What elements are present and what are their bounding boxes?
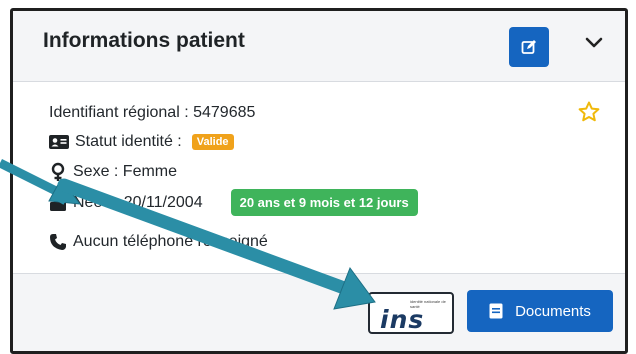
female-icon — [51, 162, 65, 181]
ins-button[interactable]: identité nationale de santé ins — [368, 292, 454, 334]
phone-icon — [50, 234, 66, 250]
phone-row: Aucun téléphone renseigné — [49, 233, 268, 251]
patient-info-card: Informations patient Identifiant régiona… — [10, 8, 628, 354]
sex-text: Sexe : Femme — [73, 163, 178, 180]
star-icon[interactable] — [577, 100, 601, 124]
identity-status: Statut identité : Valide — [49, 133, 234, 151]
age-badge: 20 ans et 9 mois et 12 jours — [230, 189, 418, 216]
identity-status-label: Statut identité : — [75, 133, 182, 150]
card-footer: identité nationale de santé ins Document… — [13, 273, 625, 351]
birthday-cake-icon — [50, 194, 66, 211]
status-badge: Valide — [191, 134, 234, 150]
edit-icon — [521, 40, 536, 54]
birth-row: Née le 20/11/2004 20 ans et 9 mois et 12… — [49, 189, 418, 216]
chevron-down-icon[interactable] — [583, 31, 605, 53]
sex-row: Sexe : Femme — [49, 162, 177, 182]
edit-button[interactable] — [509, 27, 549, 67]
card-body: Identifiant régional : 5479685 Statut id… — [13, 82, 625, 272]
documents-label: Documents — [515, 302, 591, 320]
regional-id: Identifiant régional : 5479685 — [49, 104, 255, 122]
id-card-icon — [49, 135, 69, 149]
card-header: Informations patient — [13, 11, 625, 82]
ins-logo: ins — [380, 305, 425, 334]
document-icon — [489, 303, 503, 319]
card-title: Informations patient — [43, 29, 245, 52]
regional-id-text: Identifiant régional : 5479685 — [49, 104, 256, 121]
documents-button[interactable]: Documents — [467, 290, 613, 332]
birth-text: Née le 20/11/2004 — [73, 193, 203, 211]
phone-text: Aucun téléphone renseigné — [73, 233, 268, 250]
